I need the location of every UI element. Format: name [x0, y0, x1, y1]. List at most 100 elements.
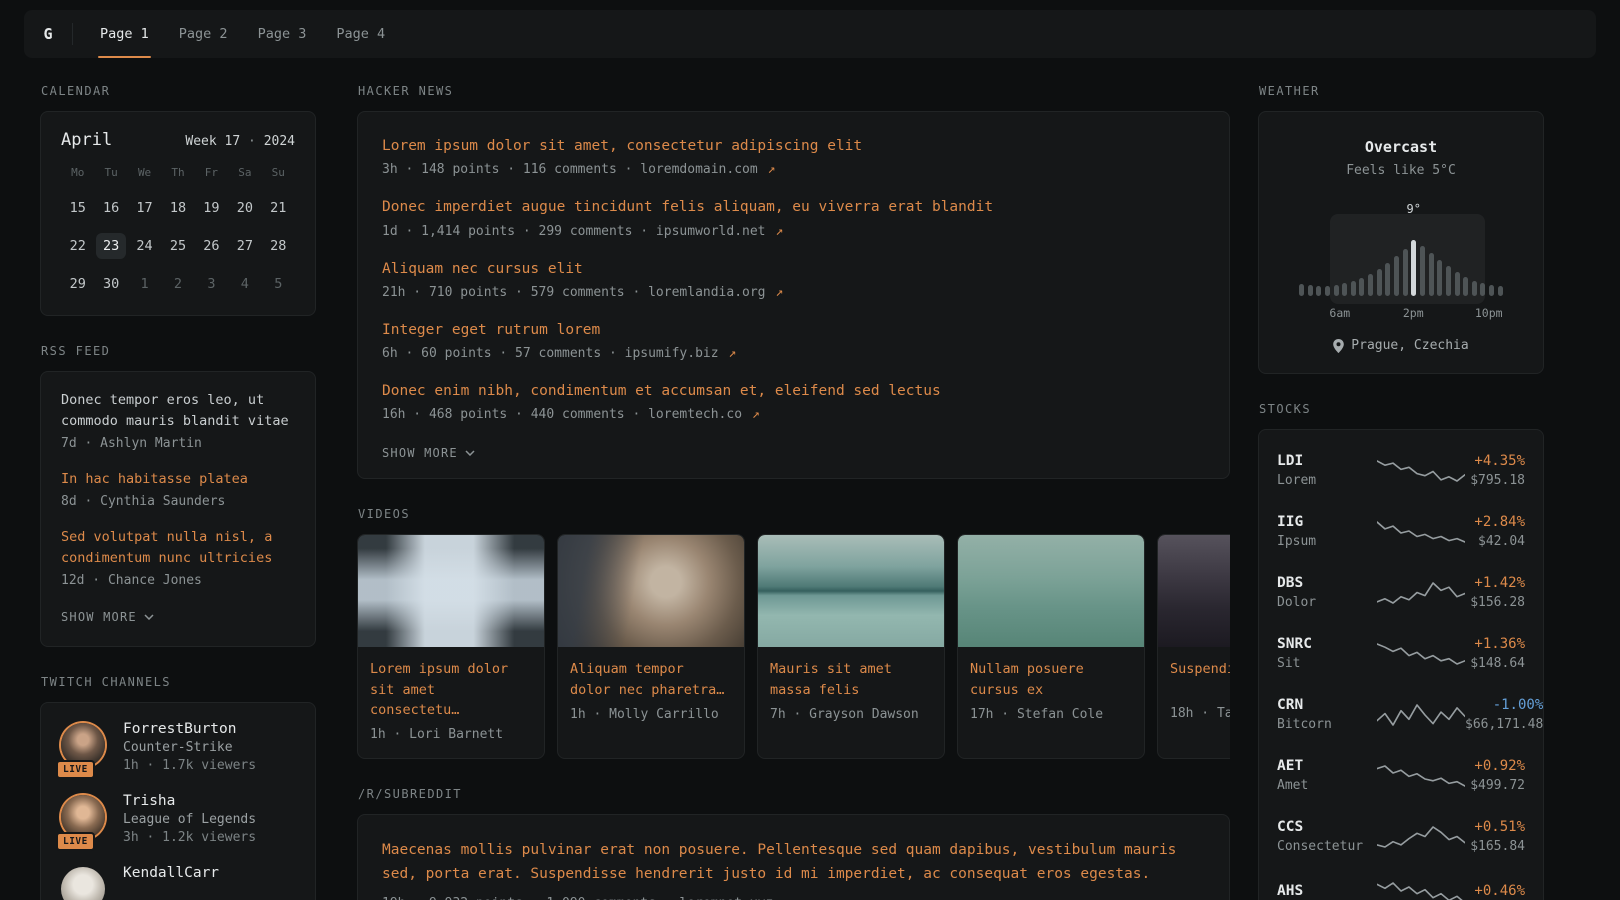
external-link-icon[interactable]: ↗: [752, 407, 760, 422]
stock-values: +0.92% $499.72: [1465, 758, 1525, 793]
video-card[interactable]: Nullam posuere cursus ex 17h · Stefan Co…: [957, 534, 1145, 759]
video-thumbnail[interactable]: [558, 535, 744, 647]
channel-name[interactable]: KendallCarr: [123, 865, 219, 881]
calendar-day: 28: [263, 233, 293, 259]
stock-row[interactable]: AET Amet +0.92% $499.72: [1277, 745, 1525, 806]
stock-sparkline: [1377, 763, 1465, 789]
stock-ticker[interactable]: SNRC: [1277, 636, 1377, 652]
stock-values: -1.00% $66,171.48: [1465, 697, 1543, 732]
hackernews-item[interactable]: Integer eget rutrum lorem 6h · 60 points…: [382, 320, 1205, 361]
channel-game: Counter-Strike: [123, 740, 256, 755]
stock-row[interactable]: DBS Dolor +1.42% $156.28: [1277, 562, 1525, 623]
stock-ticker[interactable]: LDI: [1277, 453, 1377, 469]
calendar-month: April: [61, 130, 112, 150]
stocks-list: LDI Lorem +4.35% $795.18: [1277, 440, 1525, 900]
stock-row[interactable]: AHS +0.46%: [1277, 867, 1525, 900]
hackernews-item[interactable]: Donec enim nibh, condimentum et accumsan…: [382, 381, 1205, 422]
hackernews-item-title[interactable]: Aliquam nec cursus elit: [382, 259, 1205, 279]
page-tab[interactable]: Page 3: [243, 10, 322, 58]
calendar-day: 23: [96, 233, 126, 259]
hackernews-show-more-button[interactable]: SHOW MORE: [382, 442, 475, 464]
hackernews-item[interactable]: Donec imperdiet augue tincidunt felis al…: [382, 197, 1205, 238]
app-logo[interactable]: G: [24, 10, 72, 58]
rss-item-title[interactable]: In hac habitasse platea: [61, 469, 295, 490]
video-card[interactable]: Aliquam tempor dolor nec pharetra… 1h · …: [557, 534, 745, 759]
rss-item-title[interactable]: Sed volutpat nulla nisl, a condimentum n…: [61, 527, 295, 569]
left-column: CALENDAR April Week 17 · 2024 Mo Tu: [40, 84, 316, 900]
stock-row[interactable]: LDI Lorem +4.35% $795.18: [1277, 440, 1525, 501]
stock-row[interactable]: IIG Ipsum +2.84% $42.04: [1277, 501, 1525, 562]
video-thumbnail[interactable]: [758, 535, 944, 647]
calendar-day: 21: [263, 195, 293, 221]
subreddit-widget[interactable]: Maecenas mollis pulvinar erat non posuer…: [357, 814, 1230, 900]
stock-sparkline: [1377, 641, 1465, 667]
weather-bar: [1403, 249, 1408, 296]
subreddit-post-title[interactable]: Maecenas mollis pulvinar erat non posuer…: [382, 839, 1205, 887]
page-tabs: Page 1 Page 2 Page 3 Page 4: [85, 10, 400, 58]
hackernews-item-title[interactable]: Integer eget rutrum lorem: [382, 320, 1205, 340]
weather-bar: [1316, 286, 1321, 296]
rss-item[interactable]: In hac habitasse platea 8d · Cynthia Sau…: [61, 469, 295, 509]
external-link-icon[interactable]: ↗: [783, 896, 791, 900]
weather-bar: [1489, 285, 1494, 296]
twitch-channel[interactable]: LIVE Trisha League of Legends 3h · 1.2k …: [61, 793, 295, 845]
channel-name[interactable]: Trisha: [123, 793, 256, 809]
video-title[interactable]: Suspendisse diam: [1170, 659, 1230, 699]
rss-item[interactable]: Sed volutpat nulla nisl, a condimentum n…: [61, 527, 295, 588]
subreddit-post-meta-text: 19h · 9,932 points · 1,090 comments · lo…: [382, 896, 773, 900]
video-thumbnail[interactable]: [358, 535, 544, 647]
page-tab[interactable]: Page 2: [164, 10, 243, 58]
hackernews-item-title[interactable]: Lorem ipsum dolor sit amet, consectetur …: [382, 136, 1205, 156]
stock-ticker[interactable]: DBS: [1277, 575, 1377, 591]
rss-item-title[interactable]: Donec tempor eros leo, ut commodo mauris…: [61, 390, 295, 432]
avatar: [61, 867, 105, 900]
twitch-channel[interactable]: KendallCarr: [61, 865, 295, 900]
stocks-section-title: STOCKS: [1259, 402, 1544, 416]
weather-feels-like: Feels like 5°C: [1279, 163, 1523, 178]
video-thumbnail[interactable]: [1158, 535, 1230, 647]
video-title[interactable]: Lorem ipsum dolor sit amet consectetu…: [370, 659, 532, 720]
stock-ticker[interactable]: AHS: [1277, 883, 1377, 899]
logo-divider: [72, 23, 73, 45]
video-card[interactable]: Mauris sit amet massa felis 7h · Grayson…: [757, 534, 945, 759]
stock-ticker[interactable]: CCS: [1277, 819, 1377, 835]
external-link-icon[interactable]: ↗: [775, 224, 783, 239]
hackernews-item-meta-text: 16h · 468 points · 440 comments · loremt…: [382, 407, 742, 422]
video-card[interactable]: Lorem ipsum dolor sit amet consectetu… 1…: [357, 534, 545, 759]
hackernews-item-title[interactable]: Donec imperdiet augue tincidunt felis al…: [382, 197, 1205, 217]
stock-row[interactable]: SNRC Sit +1.36% $148.64: [1277, 623, 1525, 684]
stock-row[interactable]: CCS Consectetur +0.51% $165.84: [1277, 806, 1525, 867]
external-link-icon[interactable]: ↗: [768, 162, 776, 177]
page-tab[interactable]: Page 4: [321, 10, 400, 58]
rss-item[interactable]: Donec tempor eros leo, ut commodo mauris…: [61, 390, 295, 451]
weather-bar: [1411, 240, 1416, 296]
hackernews-item[interactable]: Aliquam nec cursus elit 21h · 710 points…: [382, 259, 1205, 300]
rss-show-more-button[interactable]: SHOW MORE: [61, 606, 154, 628]
weather-bar: [1429, 253, 1434, 296]
stock-ticker[interactable]: AET: [1277, 758, 1377, 774]
video-meta: 1h · Molly Carrillo: [570, 707, 732, 722]
video-title[interactable]: Mauris sit amet massa felis: [770, 659, 932, 700]
stock-ticker[interactable]: IIG: [1277, 514, 1377, 530]
video-title[interactable]: Nullam posuere cursus ex: [970, 659, 1132, 700]
weather-location: Prague, Czechia: [1279, 338, 1523, 353]
stock-values: +2.84% $42.04: [1465, 514, 1525, 549]
stock-id: SNRC Sit: [1277, 636, 1377, 671]
peak-temp-label: 9°: [1407, 202, 1421, 216]
video-title[interactable]: Aliquam tempor dolor nec pharetra…: [570, 659, 732, 700]
stock-values: +1.36% $148.64: [1465, 636, 1525, 671]
twitch-channel[interactable]: LIVE ForrestBurton Counter-Strike 1h · 1…: [61, 721, 295, 773]
stock-sparkline: [1377, 702, 1465, 728]
hackernews-item[interactable]: Lorem ipsum dolor sit amet, consectetur …: [382, 136, 1205, 177]
video-card[interactable]: Suspendisse diam 18h · Tara: [1157, 534, 1230, 759]
stock-values: +0.51% $165.84: [1465, 819, 1525, 854]
video-thumbnail[interactable]: [958, 535, 1144, 647]
external-link-icon[interactable]: ↗: [775, 285, 783, 300]
channel-name[interactable]: ForrestBurton: [123, 721, 256, 737]
stocks-section: STOCKS LDI Lorem +4.35% $79: [1258, 402, 1544, 900]
external-link-icon[interactable]: ↗: [728, 346, 736, 361]
hackernews-item-title[interactable]: Donec enim nibh, condimentum et accumsan…: [382, 381, 1205, 401]
stock-row[interactable]: CRN Bitcorn -1.00% $66,171.48: [1277, 684, 1525, 745]
page-tab[interactable]: Page 1: [85, 10, 164, 58]
stock-ticker[interactable]: CRN: [1277, 697, 1377, 713]
